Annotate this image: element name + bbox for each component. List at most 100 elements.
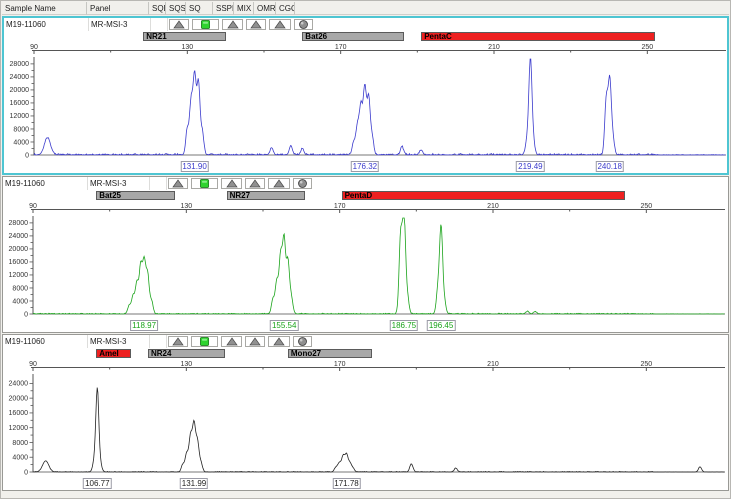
qc-cell-mix[interactable] xyxy=(245,178,265,189)
qc-cell-sq[interactable] xyxy=(191,336,218,347)
trace-chart[interactable]: 0400080001200016000200002400028000 xyxy=(3,213,728,319)
qc-cell-mix[interactable] xyxy=(245,336,265,347)
trace-chart[interactable]: 0400080001200016000200002400028000 xyxy=(4,54,729,160)
peak-size-label[interactable]: 155.54 xyxy=(270,320,298,331)
qc-cell-cgq[interactable] xyxy=(294,19,313,30)
marker-bar-mono27[interactable]: Mono27 xyxy=(288,349,372,358)
omr-warning-triangle-icon xyxy=(274,20,286,29)
sample-name-cell[interactable]: M19-11060 xyxy=(3,177,88,190)
marker-bar-amel[interactable]: Amel xyxy=(96,349,131,358)
svg-text:16000: 16000 xyxy=(9,259,29,266)
svg-text:90: 90 xyxy=(29,203,37,210)
column-header-sspk[interactable]: SSPK xyxy=(213,2,234,15)
qc-cell-sq[interactable] xyxy=(192,19,219,30)
svg-text:170: 170 xyxy=(334,361,346,368)
svg-text:130: 130 xyxy=(180,203,192,210)
peak-labels-row: 118.97 155.54 186.75 196.45 xyxy=(3,319,728,332)
size-ruler: 90130170210250 xyxy=(3,359,728,371)
size-ruler: 90130170210250 xyxy=(4,42,729,54)
column-header-sample-name[interactable]: Sample Name xyxy=(2,2,87,15)
column-header-sqd[interactable]: SQD xyxy=(149,2,166,15)
column-header-sqs[interactable]: SQS xyxy=(166,2,186,15)
peak-size-label[interactable]: 196.45 xyxy=(427,320,455,331)
trace-chart[interactable]: 04000800012000160002000024000 xyxy=(3,371,728,477)
peak-size-label[interactable]: 219.49 xyxy=(516,161,544,172)
svg-text:0: 0 xyxy=(24,311,28,318)
marker-bar-nr27[interactable]: NR27 xyxy=(227,191,306,200)
qc-cell-sqs[interactable] xyxy=(168,336,188,347)
marker-label: NR24 xyxy=(149,350,224,357)
qc-cell-sspk[interactable] xyxy=(221,178,242,189)
panel-name-cell[interactable]: MR-MSI-3 xyxy=(88,335,150,348)
sspk-warning-triangle-icon xyxy=(227,20,239,29)
svg-text:0: 0 xyxy=(24,469,28,476)
qc-cell-cgq[interactable] xyxy=(293,178,312,189)
sqd-cell xyxy=(150,335,167,348)
marker-bar-pentad[interactable]: PentaD xyxy=(342,191,626,200)
peak-size-label[interactable]: 118.97 xyxy=(130,320,158,331)
svg-text:12000: 12000 xyxy=(9,425,29,432)
sample-name-cell[interactable]: M19-11060 xyxy=(4,18,89,31)
qc-cell-sspk[interactable] xyxy=(221,336,242,347)
qc-cell-omr[interactable] xyxy=(268,178,290,189)
svg-text:0: 0 xyxy=(25,152,29,159)
header-filler xyxy=(295,2,729,15)
peak-labels-row: 131.90 176.32 219.49 240.18 xyxy=(4,160,727,173)
svg-text:170: 170 xyxy=(334,203,346,210)
qc-cell-sqs[interactable] xyxy=(169,19,189,30)
panel-name-cell[interactable]: MR-MSI-3 xyxy=(88,177,150,190)
omr-warning-triangle-icon xyxy=(273,179,285,188)
sample-row-filler xyxy=(315,18,727,31)
svg-text:170: 170 xyxy=(335,44,347,51)
sample-blocks-container: M19-11060MR-MSI-3NR21Bat26PentaC90130170… xyxy=(2,16,729,491)
column-header-sq[interactable]: SQ xyxy=(186,2,213,15)
column-header-cgq[interactable]: CGQ xyxy=(276,2,295,15)
cgq-sphere-icon xyxy=(297,337,308,346)
peak-size-label[interactable]: 176.32 xyxy=(351,161,379,172)
omr-warning-triangle-icon xyxy=(273,337,285,346)
mix-warning-triangle-icon xyxy=(249,337,261,346)
column-header-omr[interactable]: OMR xyxy=(254,2,276,15)
marker-bar-pentac[interactable]: PentaC xyxy=(421,32,655,41)
electropherogram-block-3[interactable]: M19-11060MR-MSI-3AmelNR24Mono27901301702… xyxy=(2,334,729,491)
marker-bar-bat25[interactable]: Bat25 xyxy=(96,191,175,200)
peak-size-label[interactable]: 171.78 xyxy=(332,478,360,489)
svg-text:130: 130 xyxy=(180,361,192,368)
peak-size-label[interactable]: 131.99 xyxy=(180,478,208,489)
marker-track: Amel NR24 Mono27 xyxy=(3,348,728,359)
peak-size-label[interactable]: 106.77 xyxy=(83,478,111,489)
electropherogram-block-1[interactable]: M19-11060MR-MSI-3 NR21 Bat26 PentaC90130170… xyxy=(2,16,729,175)
qc-cell-cgq[interactable] xyxy=(293,336,312,347)
marker-label: NR27 xyxy=(228,192,305,199)
application-window: Sample NamePanelSQDSQSSQSSPKMIXOMRCGQ M1… xyxy=(0,0,731,499)
sq-pass-square-icon xyxy=(199,179,210,188)
peak-size-label[interactable]: 240.18 xyxy=(595,161,623,172)
marker-bar-nr21[interactable]: NR21 xyxy=(143,32,225,41)
qc-cell-mix[interactable] xyxy=(246,19,266,30)
marker-bar-nr24[interactable]: NR24 xyxy=(148,349,225,358)
svg-text:4000: 4000 xyxy=(13,139,29,146)
column-header-panel[interactable]: Panel xyxy=(87,2,149,15)
svg-text:12000: 12000 xyxy=(10,113,30,120)
peak-size-label[interactable]: 186.75 xyxy=(390,320,418,331)
marker-label: NR21 xyxy=(144,33,224,40)
marker-bar-bat26[interactable]: Bat26 xyxy=(302,32,404,41)
panel-name-cell[interactable]: MR-MSI-3 xyxy=(89,18,151,31)
sqs-warning-triangle-icon xyxy=(172,179,184,188)
qc-cell-sq[interactable] xyxy=(191,178,218,189)
sample-name-cell[interactable]: M19-11060 xyxy=(3,335,88,348)
qc-cell-sqs[interactable] xyxy=(168,178,188,189)
qc-cell-sspk[interactable] xyxy=(222,19,243,30)
mix-warning-triangle-icon xyxy=(249,179,261,188)
sample-row[interactable]: M19-11060MR-MSI-3 xyxy=(4,18,727,31)
qc-cell-omr[interactable] xyxy=(269,19,291,30)
sample-row[interactable]: M19-11060MR-MSI-3 xyxy=(3,177,728,190)
qc-cell-omr[interactable] xyxy=(268,336,290,347)
column-header-mix[interactable]: MIX xyxy=(234,2,254,15)
size-ruler: 90130170210250 xyxy=(3,201,728,213)
sample-row-filler xyxy=(314,335,728,348)
electropherogram-block-2[interactable]: M19-11060MR-MSI-3Bat25 NR27 PentaD 90 130 170… xyxy=(2,176,729,333)
peak-size-label[interactable]: 131.90 xyxy=(180,161,208,172)
svg-text:8000: 8000 xyxy=(12,440,28,447)
sample-row[interactable]: M19-11060MR-MSI-3 xyxy=(3,335,728,348)
